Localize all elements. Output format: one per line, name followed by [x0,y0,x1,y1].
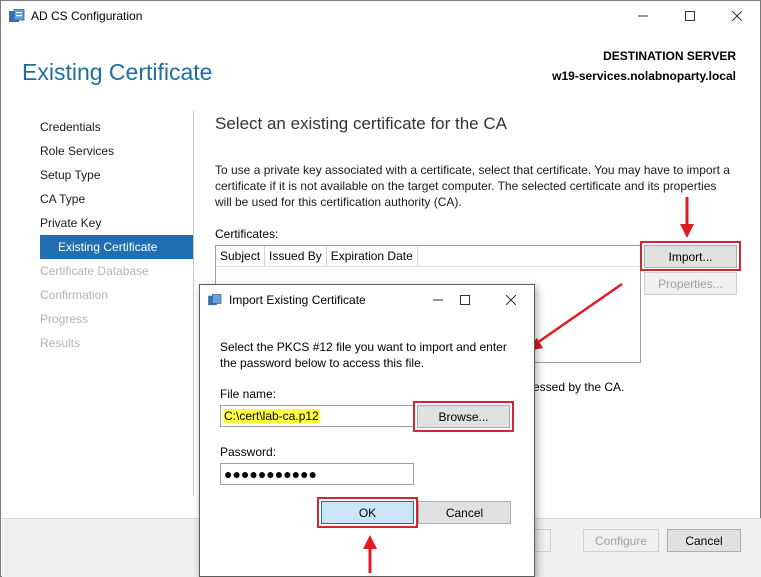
arrow-to-ok-icon [363,535,377,573]
import-certificate-dialog: Import Existing Certificate Select the P… [199,284,535,577]
arrow-to-dialog-icon [524,282,623,352]
arrow-to-import-icon [680,197,694,238]
dialog-annotation-arrows [363,535,377,573]
